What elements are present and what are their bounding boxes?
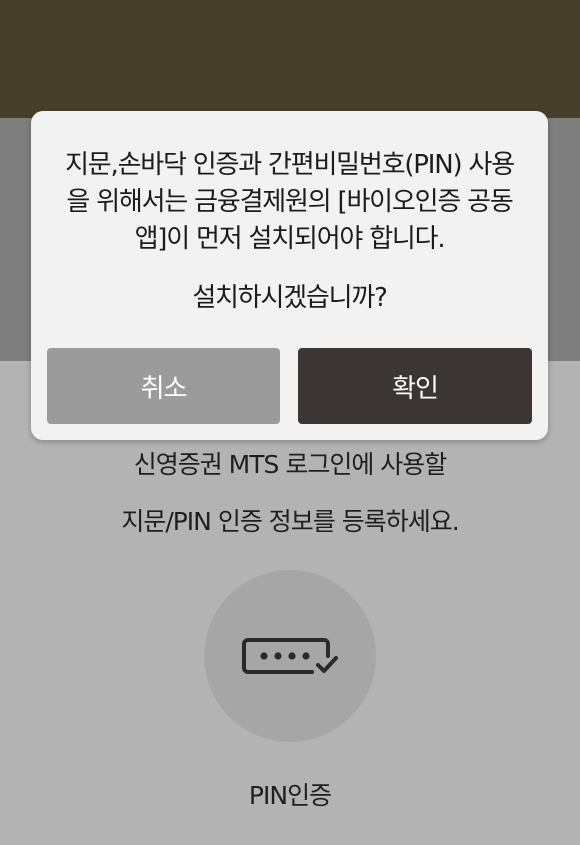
cancel-button[interactable]: 취소 [47, 348, 280, 424]
dialog-message-line-2: 을 위해서는 금융결제원의 [바이오인증 공동 [66, 187, 513, 217]
intro-line-1: 신영증권 MTS 로그인에 사용할 [133, 450, 448, 479]
install-dialog: 지문,손바닥 인증과 간편비밀번호(PIN) 사용 을 위해서는 금융결제원의 … [31, 111, 548, 440]
confirm-button[interactable]: 확인 [298, 348, 532, 424]
pin-auth-button[interactable] [204, 570, 376, 742]
screen: 신영증권 MTS 로그인에 사용할 지문/PIN 인증 정보를 등록하세요. P… [0, 0, 580, 845]
header-bar [0, 0, 580, 118]
intro-line-2: 지문/PIN 인증 정보를 등록하세요. [121, 507, 459, 536]
pin-auth-label: PIN인증 [248, 781, 332, 810]
dialog-message: 지문,손바닥 인증과 간편비밀번호(PIN) 사용 을 위해서는 금융결제원의 … [51, 147, 528, 258]
dialog-message-line-3: 앱]이 먼저 설치되어야 합니다. [134, 224, 446, 254]
password-dots-check-icon [242, 638, 338, 674]
dialog-message-line-1: 지문,손바닥 인증과 간편비밀번호(PIN) 사용 [65, 150, 515, 180]
dialog-question: 설치하시겠습니까? [192, 283, 388, 313]
